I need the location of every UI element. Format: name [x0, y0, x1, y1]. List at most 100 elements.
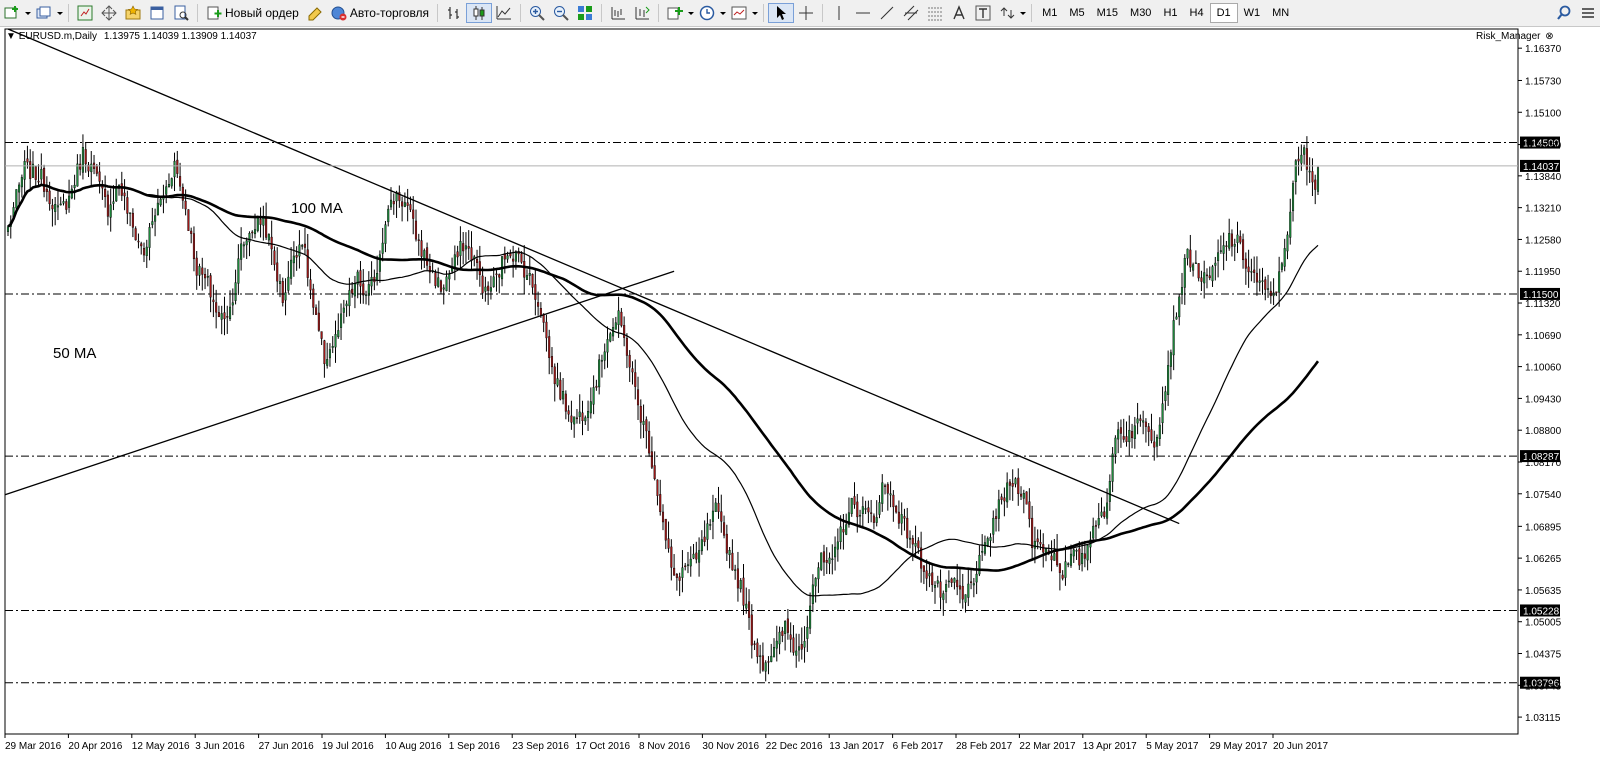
profiles-button[interactable]: [32, 3, 64, 23]
bull-candle: [1183, 258, 1186, 288]
bear-candle: [753, 643, 756, 645]
bear-candle: [1039, 542, 1042, 545]
fibonacci-button[interactable]: [923, 3, 947, 23]
vertical-line-icon: [831, 5, 847, 21]
bull-candle: [459, 241, 462, 256]
bull-candle: [381, 242, 384, 254]
timeframe-h4-button[interactable]: H4: [1184, 3, 1210, 23]
menu-button[interactable]: [1576, 3, 1600, 23]
bear-candle: [789, 634, 792, 640]
tile-windows-button[interactable]: [573, 3, 597, 23]
text-button[interactable]: [947, 3, 971, 23]
bull-candle: [964, 594, 967, 603]
bull-candle: [689, 558, 692, 567]
auto-trading-button[interactable]: Авто-торговля: [327, 3, 433, 23]
bear-candle: [426, 247, 429, 266]
bear-candle: [134, 228, 137, 241]
arrows-button[interactable]: [995, 3, 1027, 23]
x-tick-label: 29 May 2017: [1210, 741, 1268, 752]
bar-chart-icon: [446, 5, 462, 21]
bear-candle: [37, 180, 40, 183]
metaeditor-icon: [307, 5, 323, 21]
timeframe-m15-button[interactable]: M15: [1091, 3, 1124, 23]
bear-candle: [670, 546, 673, 568]
timeframe-m5-button[interactable]: M5: [1063, 3, 1090, 23]
star-folder-icon: [125, 5, 141, 21]
bear-candle: [678, 576, 681, 581]
bear-candle: [212, 299, 215, 303]
market-watch-button[interactable]: [73, 3, 97, 23]
search-button[interactable]: [1552, 3, 1576, 23]
bull-candle: [1203, 272, 1206, 284]
timeframe-m1-button[interactable]: M1: [1036, 3, 1063, 23]
bar-chart-button[interactable]: [442, 3, 466, 23]
bull-candle: [145, 246, 148, 256]
bull-candle: [234, 282, 237, 301]
timeframe-h1-button[interactable]: H1: [1157, 3, 1183, 23]
line-chart-button[interactable]: [492, 3, 516, 23]
magnifier-doc-icon: [173, 5, 189, 21]
candlestick-button[interactable]: [466, 3, 493, 23]
bull-candle: [953, 578, 956, 583]
favorites-button[interactable]: [121, 3, 145, 23]
y-tick-label: 1.12580: [1525, 235, 1562, 246]
bear-candle: [695, 552, 698, 560]
templates-button[interactable]: [727, 3, 759, 23]
autoscroll-button[interactable]: [630, 3, 654, 23]
bull-candle: [1097, 518, 1100, 526]
bull-candle: [159, 198, 162, 206]
bear-candle: [29, 161, 32, 179]
new-chart-button[interactable]: [0, 3, 32, 23]
chart-menu-arrow-icon[interactable]: ▼: [6, 31, 16, 42]
bear-candle: [251, 231, 254, 234]
timeframe-mn-button[interactable]: MN: [1266, 3, 1295, 23]
chart-shift-button[interactable]: [606, 3, 630, 23]
periods-button[interactable]: [695, 3, 727, 23]
bull-candle: [698, 550, 701, 563]
price-chart[interactable]: 1.145001.115001.082871.052281.037961.140…: [0, 27, 1600, 772]
bear-candle: [323, 340, 326, 365]
close-icon[interactable]: ⊗: [1545, 31, 1553, 42]
level-price-label: 1.05228: [1523, 606, 1560, 617]
new-order-button[interactable]: Новый ордер: [202, 3, 303, 23]
equidistant-channel-button[interactable]: [899, 3, 923, 23]
bear-candle: [470, 247, 473, 261]
bull-candle: [253, 229, 257, 235]
bull-candle: [772, 647, 776, 658]
bear-candle: [822, 551, 826, 563]
cursor-button[interactable]: [768, 3, 795, 23]
y-tick-label: 1.03115: [1525, 713, 1561, 724]
text-a-icon: [951, 5, 967, 21]
y-tick-label: 1.05635: [1525, 586, 1562, 597]
zoom-out-button[interactable]: [549, 3, 573, 23]
bull-candle: [1286, 234, 1289, 252]
bull-candle: [1194, 262, 1197, 265]
crosshair-button[interactable]: [794, 3, 818, 23]
text-label-button[interactable]: [971, 3, 995, 23]
indicators-button[interactable]: [663, 3, 695, 23]
horizontal-line-button[interactable]: [851, 3, 875, 23]
bear-candle: [215, 302, 218, 313]
bear-candle: [140, 243, 143, 247]
bear-candle: [725, 533, 728, 554]
navigator-button[interactable]: [97, 3, 121, 23]
data-window-button[interactable]: [145, 3, 169, 23]
trendline-button[interactable]: [875, 3, 899, 23]
bear-candle: [523, 261, 526, 278]
chart-window[interactable]: 1.14500 1.11500 1.08287 1.05228 1.03796 1.140…: [0, 27, 1600, 772]
meta-editor-button[interactable]: [303, 3, 327, 23]
strategy-tester-button[interactable]: [169, 3, 193, 23]
bull-candle: [6, 226, 10, 232]
arrows-icon: [999, 5, 1015, 21]
chevron-down-icon: [683, 5, 695, 21]
bear-candle: [1242, 239, 1245, 261]
bear-candle: [1061, 574, 1064, 579]
zoom-in-button[interactable]: [525, 3, 549, 23]
timeframe-w1-button[interactable]: W1: [1238, 3, 1267, 23]
timeframe-m30-button[interactable]: M30: [1124, 3, 1157, 23]
bear-candle: [1189, 249, 1192, 268]
timeframe-d1-button[interactable]: D1: [1209, 3, 1238, 23]
bull-candle: [1267, 288, 1270, 290]
bear-candle: [179, 176, 182, 187]
vertical-line-button[interactable]: [827, 3, 851, 23]
